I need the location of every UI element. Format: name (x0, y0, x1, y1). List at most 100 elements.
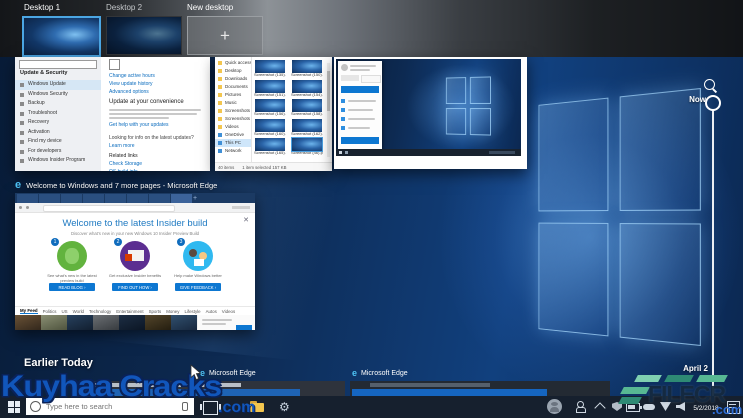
file-name: Screenshot (156).png (254, 112, 286, 117)
file-name: Screenshot (160).png (254, 132, 286, 137)
flyout-primary-button (341, 86, 379, 93)
step1-caption: See what's new in the latest preview bui… (41, 274, 103, 283)
settings-sidebar-item: Activation (15, 128, 101, 138)
settings-sidebar-item: Windows Update (15, 80, 101, 90)
file-name: Screenshot (158).png (291, 112, 323, 117)
settings-sidebar-items: Windows UpdateWindows SecurityBackupTrou… (15, 80, 101, 166)
file-item: Screenshot (165).png (254, 138, 286, 156)
tray-account-avatar[interactable] (547, 399, 562, 414)
earlier-card-2-title: Microsoft Edge (361, 370, 408, 377)
windows-logo (538, 88, 700, 346)
file-name: Screenshot (135).png (254, 73, 286, 78)
settings-gear-button[interactable]: ⚙ (279, 399, 290, 415)
timeline-date-label: April 2 (650, 364, 708, 373)
timeline-track[interactable] (712, 110, 714, 396)
step2-illustration (120, 241, 150, 271)
edge-window-title: Welcome to Windows and 7 more pages - Mi… (26, 181, 217, 190)
settings-help-link: Get help with your updates (109, 121, 168, 129)
file-name: Screenshot (165).png (254, 151, 286, 156)
timeline-now-label: Now (670, 95, 706, 104)
feed-nav-item: Lifestyle (184, 309, 200, 314)
kuyhaa-watermark-suffix: .com (218, 399, 255, 417)
desktop-2-thumbnail[interactable] (106, 16, 182, 55)
tray-overflow-chevron-icon[interactable] (594, 402, 605, 413)
file-name: Screenshot (46).png (291, 151, 323, 156)
file-thumbnail (255, 99, 285, 112)
file-name: Screenshot (151).png (254, 93, 286, 98)
people-icon[interactable] (576, 401, 587, 411)
settings-sidebar-item: Windows Security (15, 90, 101, 100)
file-item: Screenshot (156).png (254, 99, 286, 117)
settings-sidebar-item: Windows Insider Program (15, 156, 101, 166)
insider-heading: Welcome to the latest Insider build (15, 218, 255, 229)
step2-number: 2 (114, 238, 122, 246)
feed-nav-item: Politics (43, 309, 57, 314)
file-item: Screenshot (46).png (291, 138, 323, 156)
earlier-today-header: Earlier Today (24, 357, 93, 369)
settings-learn-link: Learn more (109, 142, 135, 150)
edge-window-label: e Welcome to Windows and 7 more pages - … (15, 179, 260, 192)
feed-nav-item: Videos (222, 309, 235, 314)
plus-icon: + (220, 26, 230, 46)
settings-sidebar-item: Backup (15, 99, 101, 109)
edge-page-content: ✕ Welcome to the latest Insider build Di… (15, 213, 255, 306)
screenshot-flyout-panel (338, 61, 382, 149)
feed-side-card (197, 315, 255, 330)
screenshot-windows-logo (446, 76, 491, 135)
edge-window-thumbnail[interactable]: + ✕ Welcome to the latest Insider build … (15, 193, 255, 330)
update-status-icon (109, 59, 120, 70)
file-item: Screenshot (160).png (254, 119, 286, 137)
feed-nav-item: Autos (206, 309, 217, 314)
explorer-status-bar: 40 items 1 item selected 157 KB (215, 162, 332, 171)
file-thumbnail (292, 60, 322, 73)
feed-nav-item: Money (166, 309, 179, 314)
settings-window-thumbnail[interactable]: Update & Security Windows UpdateWindows … (15, 57, 210, 171)
desktop-1-thumbnail[interactable] (22, 16, 101, 57)
settings-link: Advanced options (109, 88, 155, 96)
file-name: Screenshot (154).png (291, 93, 323, 98)
new-desktop-button[interactable]: + (187, 16, 263, 55)
file-item: Screenshot (135).png (254, 60, 286, 78)
file-thumbnail (255, 138, 285, 151)
settings-search-box (19, 60, 97, 69)
edge-icon: e (352, 368, 357, 378)
file-item: Screenshot (150).png (291, 60, 323, 78)
step1-illustration (57, 241, 87, 271)
insider-subheading: Discover what's new in your new Windows … (15, 231, 255, 236)
feed-nav-item: World (73, 309, 84, 314)
edge-tab-strip: + (15, 193, 255, 203)
file-thumbnail (292, 99, 322, 112)
feed-nav-item: My Feed (20, 308, 38, 314)
file-name: Screenshot (162).png (291, 132, 323, 137)
desktop-1-label: Desktop 1 (24, 3, 60, 12)
earlier-card-2[interactable]: e Microsoft Edge (350, 368, 610, 396)
back-icon (19, 206, 22, 209)
file-item: Screenshot (154).png (291, 80, 323, 98)
mouse-cursor (190, 364, 203, 381)
explorer-window-thumbnail[interactable]: Quick accessDesktopDownloadsDocumentsPic… (215, 57, 332, 171)
kuyhaa-watermark: Kuyhaa Cracks (1, 370, 221, 404)
edge-news-feed: My FeedPoliticsUSWorldTechnologyEntertai… (15, 306, 255, 330)
feed-image-strip (15, 315, 255, 330)
file-item: Screenshot (151).png (254, 80, 286, 98)
filecr-watermark-suffix: .com (712, 402, 742, 417)
screenshot-taskbar (336, 149, 521, 156)
settings-sidebar-item: Troubleshoot (15, 109, 101, 119)
settings-links: Change active hoursView update historyAd… (109, 72, 155, 96)
explorer-scrollbar-thumb (327, 71, 330, 111)
file-thumbnail (292, 80, 322, 93)
timeline-now-marker[interactable] (705, 95, 721, 111)
edge-address-bar (15, 203, 255, 213)
step3-button: GIVE FEEDBACK › (175, 283, 221, 291)
feed-nav-item: Technology (89, 309, 111, 314)
settings-related-link: Check Storage (109, 160, 142, 168)
timeline-search-icon[interactable] (704, 79, 715, 90)
feed-nav-item: Sports (149, 309, 162, 314)
step1-button: READ BLOG › (49, 283, 95, 291)
address-field (43, 205, 175, 212)
settings-related-link: OS build info (109, 168, 142, 171)
settings-sidebar: Update & Security Windows UpdateWindows … (15, 57, 101, 171)
settings-related-links: Check StorageOS build info (109, 160, 142, 171)
step1-number: 1 (51, 238, 59, 246)
screenshot-window-thumbnail[interactable] (334, 57, 527, 169)
